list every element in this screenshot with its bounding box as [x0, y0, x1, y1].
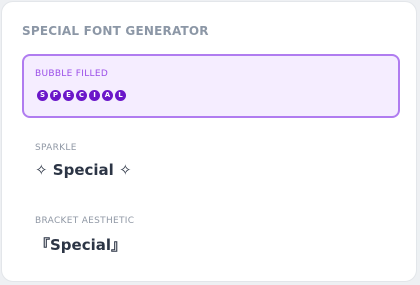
style-option-label: BUBBLE FILLED	[35, 69, 109, 79]
bubble-letter: S	[37, 90, 48, 101]
bubble-letter: I	[89, 90, 100, 101]
bubble-preview: S P E C I A L	[37, 90, 126, 101]
style-option-sparkle[interactable]: SPARKLE ✧ Special ✧	[22, 129, 400, 193]
bubble-letter: E	[63, 90, 74, 101]
style-option-bracket-aesthetic[interactable]: BRACKET AESTHETIC 『Special』	[22, 202, 400, 266]
style-preview-text: 『Special』	[35, 236, 127, 254]
style-preview-text: ✧ Special ✧	[35, 161, 132, 179]
bubble-letter: C	[76, 90, 87, 101]
style-option-label: BRACKET AESTHETIC	[35, 216, 135, 226]
card-heading: SPECIAL FONT GENERATOR	[22, 24, 209, 38]
bubble-letter: A	[102, 90, 113, 101]
font-generator-card: SPECIAL FONT GENERATOR BUBBLE FILLED S P…	[1, 1, 417, 282]
bubble-letter: P	[50, 90, 61, 101]
style-option-label: SPARKLE	[35, 143, 77, 153]
style-option-bubble-filled[interactable]: BUBBLE FILLED S P E C I A L	[22, 54, 400, 118]
bubble-letter: L	[115, 90, 126, 101]
